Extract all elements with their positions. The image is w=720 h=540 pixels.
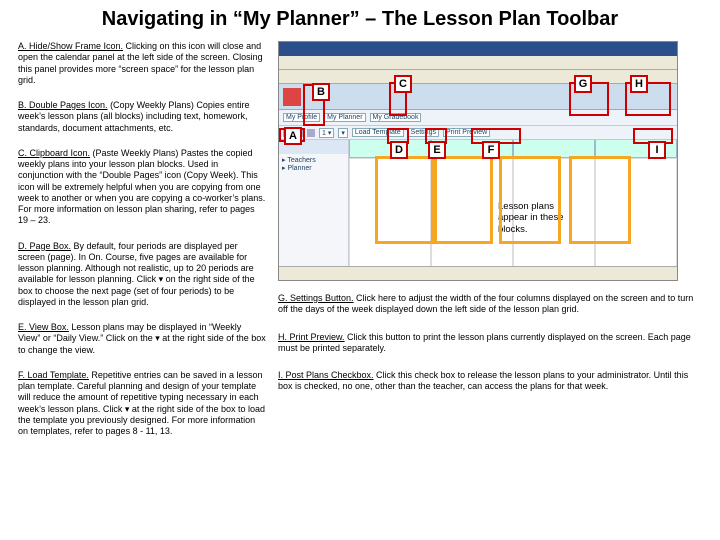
page-box[interactable]: 1 ▾ [319, 128, 334, 138]
nav-tabs: My Profile My Planner My Gradebook [279, 110, 677, 126]
sidebar-tree: ▸ Teachers▸ Planner [279, 154, 348, 174]
item-b: B. Double Pages Icon. (Copy Weekly Plans… [18, 100, 266, 134]
left-column: A. Hide/Show Frame Icon. Clicking on thi… [18, 41, 266, 451]
menubar [279, 56, 677, 70]
app-screenshot: My Profile My Planner My Gradebook 1 ▾ ▾… [278, 41, 678, 281]
item-a-label: A. Hide/Show Frame Icon. [18, 41, 123, 51]
item-b-label: B. Double Pages Icon. [18, 100, 108, 110]
item-e-label: E. View Box. [18, 322, 69, 332]
item-d-label: D. Page Box. [18, 241, 71, 251]
logo-icon [283, 88, 301, 106]
label-f: F [482, 141, 500, 159]
item-e: E. View Box. Lesson plans may be display… [18, 322, 266, 356]
brand-bar [279, 84, 677, 110]
label-b: B [312, 83, 330, 101]
item-h-label: H. Print Preview. [278, 332, 345, 342]
label-e: E [428, 141, 446, 159]
right-text-items: G. Settings Button. Click here to adjust… [278, 293, 702, 393]
item-d: D. Page Box. By default, four periods ar… [18, 241, 266, 309]
clipboard-icon[interactable] [307, 129, 315, 137]
item-g: G. Settings Button. Click here to adjust… [278, 293, 702, 316]
block-2 [431, 156, 493, 244]
statusbar [279, 266, 677, 280]
tab-planner[interactable]: My Planner [324, 113, 365, 122]
item-a: A. Hide/Show Frame Icon. Clicking on thi… [18, 41, 266, 86]
label-d: D [390, 141, 408, 159]
label-i: I [648, 141, 666, 159]
item-c: C. Clipboard Icon. (Paste Weekly Plans) … [18, 148, 266, 227]
page-title: Navigating in “My Planner” – The Lesson … [18, 8, 702, 31]
block-3 [499, 156, 561, 244]
addressbar [279, 70, 677, 84]
item-f-label: F. Load Template. [18, 370, 89, 380]
label-c: C [394, 75, 412, 93]
item-i: I. Post Plans Checkbox. Click this check… [278, 370, 702, 393]
item-h: H. Print Preview. Click this button to p… [278, 332, 702, 355]
block-1 [375, 156, 437, 244]
view-box[interactable]: ▾ [338, 128, 348, 138]
block-4 [569, 156, 631, 244]
item-f: F. Load Template. Repetitive entries can… [18, 370, 266, 438]
item-c-label: C. Clipboard Icon. [18, 148, 90, 158]
item-i-label: I. Post Plans Checkbox. [278, 370, 374, 380]
label-g: G [574, 75, 592, 93]
titlebar [279, 42, 677, 56]
label-h: H [630, 75, 648, 93]
label-a: A [284, 127, 302, 145]
sidebar: ▸ Teachers▸ Planner [279, 140, 349, 268]
right-column: My Profile My Planner My Gradebook 1 ▾ ▾… [278, 41, 702, 451]
item-g-label: G. Settings Button. [278, 293, 354, 303]
item-c-body: (Paste Weekly Plans) Pastes the copied w… [18, 148, 265, 226]
